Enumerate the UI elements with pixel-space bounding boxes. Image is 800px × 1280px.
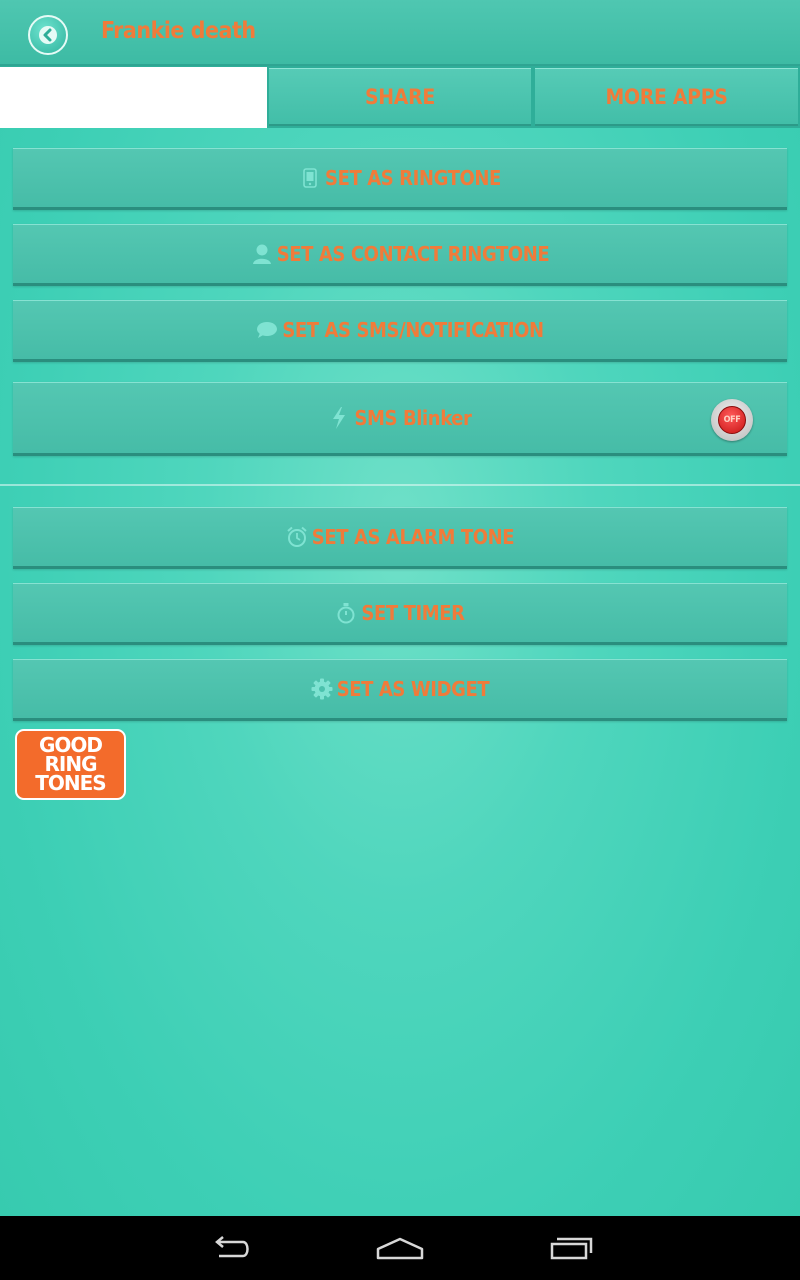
tab-row: SHARE MORE APPS — [0, 66, 800, 128]
set-ringtone-button[interactable]: SET AS RINGTONE — [13, 148, 787, 210]
system-navigation-bar — [0, 1216, 800, 1280]
nav-home-icon — [376, 1237, 424, 1260]
divider — [0, 484, 800, 486]
nav-recent-apps-button[interactable] — [541, 1230, 601, 1266]
set-widget-button[interactable]: SET AS WIDGET — [13, 659, 787, 721]
sms-blinker-label: SMS Blinker — [354, 406, 472, 430]
sms-blinker-toggle[interactable]: OFF — [711, 399, 753, 441]
back-button[interactable] — [28, 15, 68, 55]
nav-recent-apps-icon — [550, 1237, 593, 1260]
set-contact-ringtone-button[interactable]: SET AS CONTACT RINGTONE — [13, 224, 787, 286]
app-header: Frankie death — [0, 0, 800, 66]
good-ringtones-logo[interactable]: GOOD RING TONES — [15, 729, 126, 800]
chat-bubble-icon — [256, 319, 278, 341]
sms-blinker-row: SMS Blinker OFF — [13, 382, 787, 456]
nav-home-button[interactable] — [370, 1230, 430, 1266]
person-icon — [251, 243, 273, 265]
toggle-state-label: OFF — [718, 406, 746, 434]
set-alarm-tone-label: SET AS ALARM TONE — [311, 525, 515, 549]
page-title: Frankie death — [101, 18, 256, 44]
set-contact-ringtone-label: SET AS CONTACT RINGTONE — [276, 242, 550, 266]
phone-icon — [299, 167, 321, 189]
share-button[interactable]: SHARE — [269, 68, 531, 126]
logo-line-3: TONES — [35, 771, 106, 795]
set-sms-notification-button[interactable]: SET AS SMS/NOTIFICATION — [13, 300, 787, 362]
set-alarm-tone-button[interactable]: SET AS ALARM TONE — [13, 507, 787, 569]
set-widget-label: SET AS WIDGET — [336, 677, 490, 701]
more-apps-button[interactable]: MORE APPS — [535, 68, 798, 126]
alarm-clock-icon — [286, 526, 308, 548]
nav-back-icon — [215, 1236, 249, 1258]
set-sms-notification-label: SET AS SMS/NOTIFICATION — [282, 318, 544, 342]
gear-icon — [311, 678, 333, 700]
set-ringtone-label: SET AS RINGTONE — [325, 166, 501, 190]
lightning-icon — [328, 407, 350, 429]
set-timer-label: SET TIMER — [361, 601, 465, 625]
set-timer-button[interactable]: SET TIMER — [13, 583, 787, 645]
stopwatch-icon — [335, 602, 357, 624]
back-arrow-icon — [39, 26, 57, 44]
nav-back-button[interactable] — [199, 1230, 259, 1266]
blank-tab-area — [0, 67, 267, 128]
